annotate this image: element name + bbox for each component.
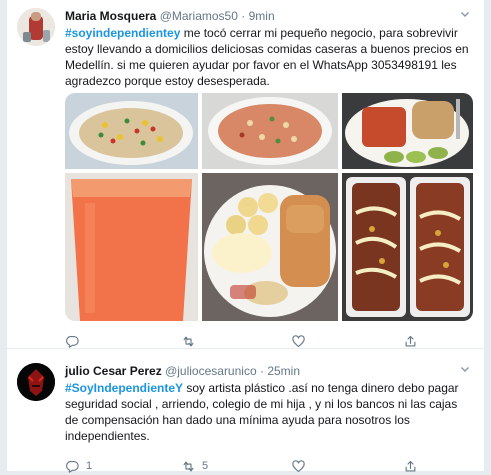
avatar[interactable] xyxy=(17,363,55,401)
chevron-down-icon[interactable] xyxy=(458,364,472,378)
share-icon xyxy=(405,460,416,471)
tweet-content: julio Cesar Perez @juliocesarunico · 25m… xyxy=(65,363,472,473)
hashtag-link[interactable]: #soyindependientey xyxy=(65,26,180,40)
reply-icon xyxy=(66,460,79,473)
tweet-header: julio Cesar Perez @juliocesarunico · 25m… xyxy=(65,363,472,379)
retweet-count: 5 xyxy=(202,460,209,472)
food-photo[interactable] xyxy=(65,93,198,169)
share-button[interactable] xyxy=(403,457,418,475)
food-photo[interactable] xyxy=(202,93,338,169)
display-name[interactable]: Maria Mosquera xyxy=(65,9,156,23)
separator-dot: · xyxy=(241,9,246,23)
tweet-text: #SoyIndependienteY soy artista plástico … xyxy=(65,380,472,444)
tweet[interactable]: Maria Mosquera @Mariamos50 · 9min #soyin… xyxy=(7,0,484,349)
timestamp[interactable]: 25min xyxy=(267,364,300,378)
share-icon xyxy=(405,335,416,346)
username[interactable]: @Mariamos50 xyxy=(160,9,238,23)
tweet-actions: 1 5 xyxy=(65,457,485,475)
heart-icon xyxy=(292,334,305,347)
share-button[interactable] xyxy=(403,332,418,350)
avatar[interactable] xyxy=(17,8,55,46)
display-name[interactable]: julio Cesar Perez xyxy=(65,364,162,378)
retweet-button[interactable]: 5 xyxy=(181,457,208,475)
chevron-down-icon[interactable] xyxy=(458,9,472,23)
reply-button[interactable]: 1 xyxy=(65,457,92,475)
food-photo[interactable] xyxy=(342,93,473,169)
timestamp[interactable]: 9min xyxy=(249,9,275,23)
reply-count: 1 xyxy=(86,460,93,472)
separator-dot: · xyxy=(259,364,264,378)
avatar-image xyxy=(17,363,55,401)
juice-photo[interactable] xyxy=(65,173,198,321)
food-photo[interactable] xyxy=(342,173,473,321)
tweet[interactable]: julio Cesar Perez @juliocesarunico · 25m… xyxy=(7,350,484,473)
retweet-icon xyxy=(183,336,194,346)
like-button[interactable] xyxy=(291,457,312,475)
food-photo[interactable] xyxy=(202,173,338,321)
reply-icon xyxy=(66,335,79,348)
timeline: Maria Mosquera @Mariamos50 · 9min #soyin… xyxy=(6,0,485,473)
reply-button[interactable] xyxy=(65,332,86,350)
username[interactable]: @juliocesarunico xyxy=(165,364,257,378)
media-grid[interactable] xyxy=(65,93,473,321)
tweet-header: Maria Mosquera @Mariamos50 · 9min xyxy=(65,8,472,24)
avatar-image xyxy=(17,8,55,46)
tweet-actions xyxy=(65,332,485,350)
tweet-content: Maria Mosquera @Mariamos50 · 9min #soyin… xyxy=(65,8,473,321)
hashtag-link[interactable]: #SoyIndependienteY xyxy=(65,381,183,395)
like-button[interactable] xyxy=(291,332,312,350)
heart-icon xyxy=(292,459,305,472)
retweet-button[interactable] xyxy=(181,332,202,350)
retweet-icon xyxy=(183,461,194,471)
tweet-text: #soyindependientey me tocó cerrar mi peq… xyxy=(65,25,472,89)
